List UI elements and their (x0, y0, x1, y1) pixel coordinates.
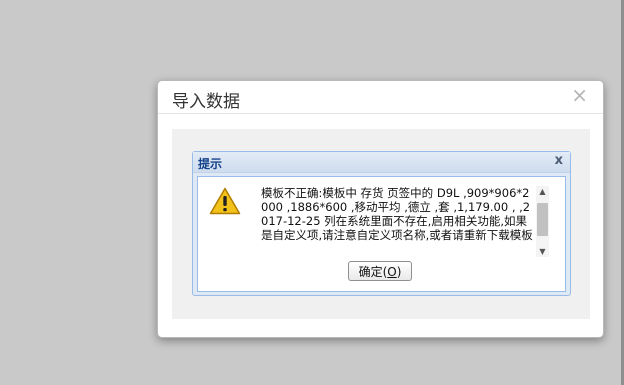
dialog-header: 导入数据 × (158, 81, 603, 114)
alert-messagebox: 提示 x 模板不正确:模板中 存货 页签中的 D9L ,909*906*2000… (192, 151, 571, 296)
ok-button-label: 确定( (358, 265, 388, 279)
alert-title: 提示 (198, 157, 223, 171)
import-data-dialog: 导入数据 × 提示 x 模板不正确:模板中 存货 页签中的 D9L ,909*9… (157, 80, 604, 338)
warning-icon (209, 187, 241, 215)
alert-content: 模板不正确:模板中 存货 页签中的 D9L ,909*906*2000 ,188… (197, 176, 566, 292)
message-scrollbar[interactable]: ▲ ▼ (536, 186, 549, 257)
alert-header: 提示 x (193, 152, 570, 173)
alert-close-button[interactable]: x (555, 153, 563, 168)
scroll-down-arrow-icon[interactable]: ▼ (536, 246, 549, 257)
ok-button-hotkey: O (387, 265, 397, 279)
scroll-up-arrow-icon[interactable]: ▲ (536, 186, 549, 197)
scrollbar-thumb[interactable] (537, 203, 548, 236)
dialog-body: 提示 x 模板不正确:模板中 存货 页签中的 D9L ,909*906*2000… (172, 129, 590, 319)
ok-button[interactable]: 确定(O) (348, 261, 412, 281)
dialog-title: 导入数据 (172, 92, 240, 112)
ok-button-suffix: ) (396, 265, 402, 279)
dialog-close-button[interactable]: × (571, 84, 588, 106)
alert-message: 模板不正确:模板中 存货 页签中的 D9L ,909*906*2000 ,188… (261, 186, 533, 242)
